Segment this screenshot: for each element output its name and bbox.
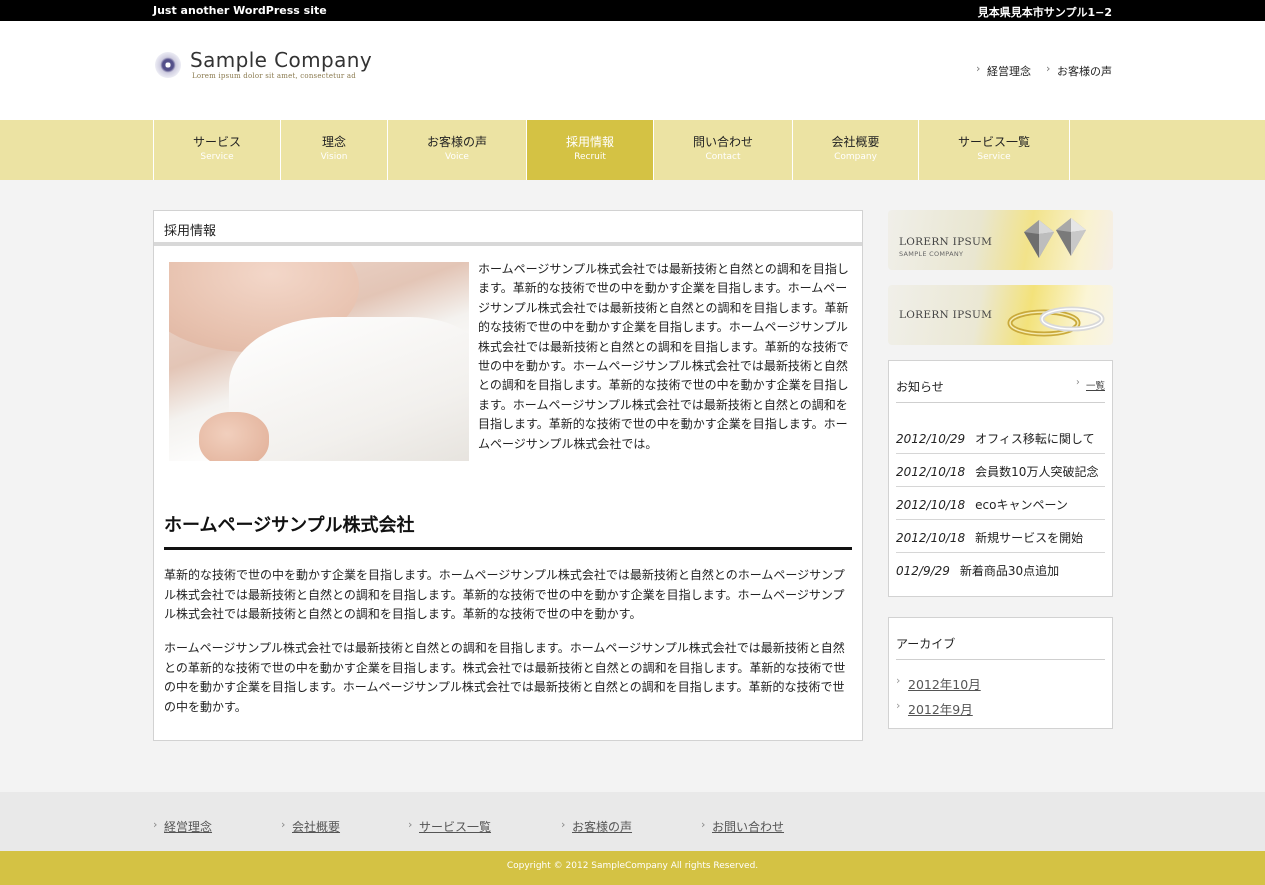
- circle-logo-icon: [155, 52, 181, 78]
- nav-label: サービス一覧: [957, 135, 1030, 149]
- nav-item-recruit[interactable]: 採用情報 Recruit: [527, 120, 654, 180]
- banner-title: LORERN IPSUM: [899, 236, 993, 248]
- news-header: お知らせ 一覧: [896, 361, 1105, 403]
- news-item-title: ecoキャンペーン: [975, 498, 1068, 512]
- intro-text: ホームページサンプル株式会社では最新技術と自然との調和を目指します。革新的な技術…: [478, 262, 849, 451]
- news-item[interactable]: 2012/10/18 新規サービスを開始: [896, 520, 1105, 553]
- news-more-link[interactable]: 一覧: [1076, 377, 1105, 392]
- archive-widget: アーカイブ 2012年10月 2012年9月: [888, 617, 1113, 729]
- nav-item-service-list[interactable]: サービス一覧 Service: [919, 120, 1070, 180]
- news-date: 012/9/29: [896, 564, 950, 578]
- archive-title: アーカイブ: [896, 637, 956, 651]
- nav-item-voice[interactable]: お客様の声 Voice: [388, 120, 527, 180]
- company-address: 見本県見本市サンプル1−2: [977, 6, 1112, 19]
- archive-header: アーカイブ: [896, 618, 1105, 660]
- footer-link-service-list[interactable]: サービス一覧: [408, 818, 491, 835]
- baby-photo: [169, 262, 469, 461]
- news-item[interactable]: 2012/10/18 会員数10万人突破記念: [896, 454, 1105, 487]
- nav-label: 理念: [321, 135, 346, 149]
- news-item-title: オフィス移転に関して: [975, 432, 1095, 446]
- news-date: 2012/10/29: [896, 432, 966, 446]
- site-header: Sample Company Lorem ipsum dolor sit ame…: [0, 21, 1265, 120]
- main-content: 採用情報 ホームページサンプル株式会社では最新技術と自然との調和を目指します。革…: [153, 210, 863, 741]
- nav-item-vision[interactable]: 理念 Vision: [281, 120, 388, 180]
- header-links: 経営理念 お客様の声: [975, 62, 1112, 79]
- news-widget: お知らせ 一覧 2012/10/29 オフィス移転に関して 2012/10/18 会…: [888, 360, 1113, 597]
- news-item[interactable]: 2012/10/18 ecoキャンペーン: [896, 487, 1105, 520]
- diamond-icon: [1056, 218, 1086, 256]
- logo-name: Sample Company: [190, 48, 373, 72]
- body-paragraph-2: ホームページサンプル株式会社では最新技術と自然との調和を目指します。ホームページ…: [164, 641, 846, 714]
- news-date: 2012/10/18: [896, 498, 966, 512]
- header-link-philosophy[interactable]: 経営理念: [975, 62, 1031, 79]
- footer-link-contact[interactable]: お問い合わせ: [701, 818, 784, 835]
- footer-link-company[interactable]: 会社概要: [281, 818, 340, 835]
- global-nav: サービス Service 理念 Vision お客様の声 Voice 採用情報 …: [0, 120, 1265, 180]
- archive-link-2012-09[interactable]: 2012年9月: [908, 702, 973, 717]
- archive-item: 2012年9月: [896, 699, 1105, 724]
- header-link-voice[interactable]: お客様の声: [1045, 62, 1112, 79]
- body-paragraph-1: 革新的な技術で世の中を動かす企業を目指します。ホームページサンプル株式会社では最…: [164, 568, 845, 622]
- news-list: 2012/10/29 オフィス移転に関して 2012/10/18 会員数10万人突破…: [896, 403, 1105, 586]
- news-item-title: 新着商品30点追加: [959, 564, 1060, 578]
- nav-sublabel: Service: [200, 152, 234, 162]
- news-date: 2012/10/18: [896, 531, 966, 545]
- nav-label: 採用情報: [565, 135, 614, 149]
- news-item[interactable]: 012/9/29 新着商品30点追加: [896, 553, 1105, 586]
- nav-label: お客様の声: [426, 135, 487, 149]
- archive-link-2012-10[interactable]: 2012年10月: [908, 677, 981, 692]
- nav-label: 問い合わせ: [692, 135, 753, 149]
- top-bar: Just another WordPress site 見本県見本市サンプル1−…: [0, 0, 1265, 21]
- nav-sublabel: Service: [977, 152, 1011, 162]
- banner-diamond[interactable]: LORERN IPSUM SAMPLE COMPANY: [888, 210, 1113, 270]
- site-tagline: Just another WordPress site: [153, 4, 327, 17]
- nav-label: 会社概要: [831, 135, 880, 149]
- footer-link-voice[interactable]: お客様の声: [561, 818, 632, 835]
- nav-sublabel: Voice: [445, 152, 469, 162]
- diamond-icon: [1024, 220, 1054, 258]
- news-item-title: 会員数10万人突破記念: [975, 465, 1099, 479]
- news-date: 2012/10/18: [896, 465, 966, 479]
- nav-sublabel: Recruit: [574, 152, 606, 162]
- nav-item-contact[interactable]: 問い合わせ Contact: [654, 120, 793, 180]
- news-title: お知らせ: [896, 380, 944, 394]
- nav-sublabel: Vision: [320, 152, 348, 162]
- nav-item-company[interactable]: 会社概要 Company: [793, 120, 919, 180]
- banner-subtitle: SAMPLE COMPANY: [899, 250, 964, 258]
- page-title: 採用情報: [154, 211, 862, 246]
- archive-list: 2012年10月 2012年9月: [896, 660, 1105, 724]
- nav-sublabel: Company: [834, 152, 877, 162]
- photo-hand: [199, 412, 269, 461]
- global-nav-items: サービス Service 理念 Vision お客様の声 Voice 採用情報 …: [153, 120, 1070, 180]
- nav-label: サービス: [192, 135, 241, 149]
- nav-sublabel: Contact: [705, 152, 741, 162]
- company-heading: ホームページサンプル株式会社: [164, 511, 852, 550]
- footer-nav: 経営理念 会社概要 サービス一覧 お客様の声 お問い合わせ: [0, 792, 1265, 851]
- news-item-title: 新規サービスを開始: [975, 531, 1084, 545]
- banner-title: LORERN IPSUM: [899, 309, 993, 321]
- logo-subtitle: Lorem ipsum dolor sit amet, consectetur …: [192, 72, 356, 80]
- news-item[interactable]: 2012/10/29 オフィス移転に関して: [896, 421, 1105, 454]
- banner-rings[interactable]: LORERN IPSUM: [888, 285, 1113, 345]
- copyright-bar: Copyright © 2012 SampleCompany All right…: [0, 851, 1265, 885]
- footer-link-philosophy[interactable]: 経営理念: [153, 818, 212, 835]
- archive-item: 2012年10月: [896, 674, 1105, 699]
- copyright-text: Copyright © 2012 SampleCompany All right…: [506, 861, 759, 871]
- nav-item-service[interactable]: サービス Service: [154, 120, 281, 180]
- rings-icon: [1007, 306, 1105, 337]
